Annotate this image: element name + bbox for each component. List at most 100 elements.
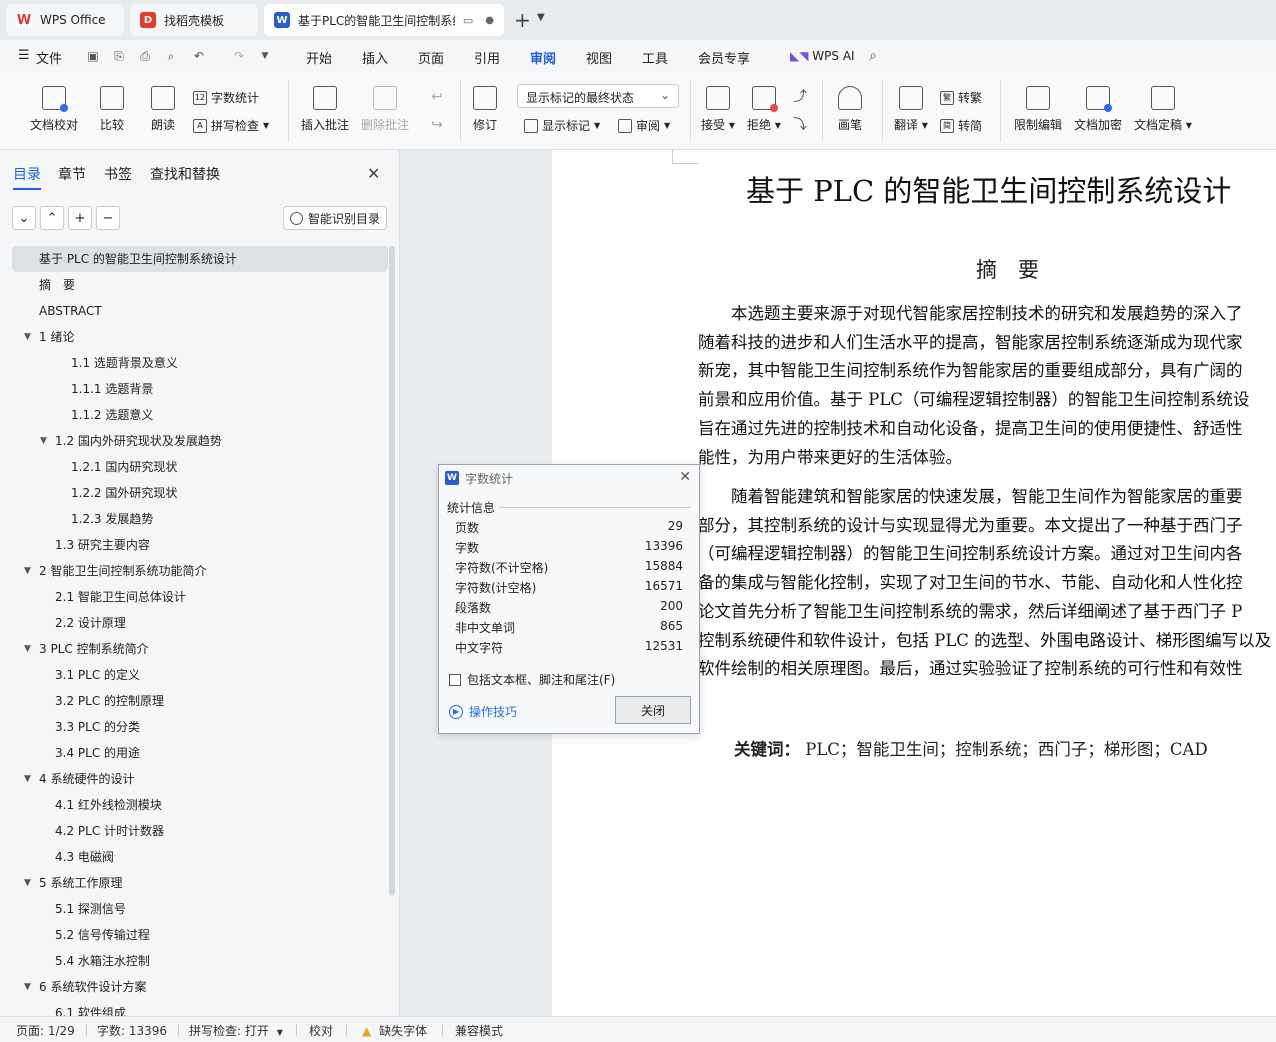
proof-indicator[interactable]: 校对 [309,1022,333,1039]
expand-arrow-icon[interactable]: ▼ [24,974,31,1000]
checkbox-box[interactable] [449,673,461,686]
search-icon[interactable]: ⌕ [866,49,880,63]
menu-home[interactable]: 开始 [306,48,332,67]
toc-item[interactable]: ▼ 1 绪论 [12,324,388,350]
menu-file[interactable]: 文件 [36,48,62,67]
expand-down-button[interactable]: ⌄ [12,206,36,230]
chevron-down-icon[interactable]: ▼ [537,12,545,23]
expand-arrow-icon[interactable]: ▼ [24,636,31,662]
page-indicator[interactable]: 页面: 1/29 [16,1022,75,1039]
smart-toc-button[interactable]: 智能识别目录 [283,206,387,230]
toc-item[interactable]: 1.1 选题背景及意义 [12,350,388,376]
close-button[interactable]: 关闭 [615,696,691,724]
toc-item[interactable]: ▼ 4 系统硬件的设计 [12,766,388,792]
toc-item[interactable]: 基于 PLC 的智能卫生间控制系统设计 [12,246,388,272]
toc-item[interactable]: 1.1.2 选题意义 [12,402,388,428]
undo-icon[interactable]: ↶ [192,49,206,63]
markup-view-select[interactable]: 显示标记的最终状态 ⌄ [517,84,679,108]
menu-member[interactable]: 会员专享 [698,48,750,67]
nav-tab-find-replace[interactable]: 查找和替换 [150,164,220,184]
nav-tab-chapters[interactable]: 章节 [58,164,86,184]
tab-docer-templates[interactable]: D 找稻壳模板 [130,4,258,36]
menu-review[interactable]: 审阅 [530,48,557,75]
spell-check-indicator[interactable]: 拼写检查: 打开 ▼ [189,1022,283,1039]
close-dot-icon[interactable]: ● [485,15,494,26]
toc-item[interactable]: 4.3 电磁阀 [12,844,388,870]
expand-arrow-icon[interactable]: ▼ [24,870,31,896]
toc-item[interactable]: ▼ 6 系统软件设计方案 [12,974,388,1000]
show-markup-button[interactable]: 显示标记 ▼ [524,117,600,134]
prev-change-icon[interactable]: ⤴ [793,90,807,104]
export-icon[interactable]: ⎘ [112,49,126,63]
toc-item[interactable]: 1.2.3 发展趋势 [12,506,388,532]
toc-item[interactable]: 摘 要 [12,272,388,298]
toc-item[interactable]: 3.3 PLC 的分类 [12,714,388,740]
remove-heading-button[interactable]: − [96,206,120,230]
add-heading-button[interactable]: + [68,206,92,230]
dialog-header[interactable]: W 字数统计 ✕ [439,465,699,491]
wps-ai-button[interactable]: ◣◥ WPS AI [790,49,855,63]
hamburger-icon[interactable]: ☰ [18,48,30,63]
redo-icon[interactable]: ↷ [232,49,246,63]
menu-tools[interactable]: 工具 [642,48,668,67]
toc-item[interactable]: ABSTRACT [12,298,388,324]
prev-comment-icon[interactable]: ↩ [430,90,444,104]
new-tab-icon[interactable]: + [514,8,531,32]
compare-button[interactable]: 比较 [100,86,124,133]
toc-item[interactable]: 5.1 探测信号 [12,896,388,922]
to-simplified-button[interactable]: 简 转简 [940,117,982,134]
toc-item[interactable]: ▼ 1.2 国内外研究现状及发展趋势 [12,428,388,454]
toc-item[interactable]: 4.2 PLC 计时计数器 [12,818,388,844]
tab-wps-office[interactable]: W WPS Office [6,4,124,36]
toc-item[interactable]: 1.3 研究主要内容 [12,532,388,558]
toc-item[interactable]: 1.2.1 国内研究现状 [12,454,388,480]
doc-proof-button[interactable]: 文档校对 [30,86,78,133]
delete-comment-button[interactable]: 删除批注 [361,86,409,133]
translate-button[interactable]: 翻译 ▾ [894,86,928,133]
collapse-up-button[interactable]: ⌃ [40,206,64,230]
print-icon[interactable]: ⎙ [138,49,152,63]
next-change-icon[interactable]: ⤵ [793,118,807,132]
close-icon[interactable]: ✕ [679,469,691,485]
screen-icon[interactable]: ▭ [463,14,473,27]
restrict-edit-button[interactable]: 限制编辑 [1014,86,1062,133]
toc-item[interactable]: 5.2 信号传输过程 [12,922,388,948]
nav-scrollbar[interactable] [389,246,395,896]
nav-tab-bookmarks[interactable]: 书签 [104,164,132,184]
spell-check-button[interactable]: A 拼写检查 ▼ [193,117,269,134]
print-preview-icon[interactable]: ⌕ [164,49,178,63]
expand-arrow-icon[interactable]: ▼ [24,766,31,792]
reject-button[interactable]: 拒绝 ▾ [747,86,781,133]
toc-item[interactable]: ▼ 2 智能卫生间控制系统功能简介 [12,558,388,584]
toc-item[interactable]: 3.4 PLC 的用途 [12,740,388,766]
encrypt-button[interactable]: 文档加密 [1074,86,1122,133]
save-icon[interactable]: ▣ [86,49,100,63]
toc-item[interactable]: 4.1 红外线检测模块 [12,792,388,818]
word-count-indicator[interactable]: 字数: 13396 [97,1022,167,1039]
finalize-button[interactable]: 文档定稿 ▾ [1134,86,1192,133]
expand-arrow-icon[interactable]: ▼ [24,324,31,350]
menu-view[interactable]: 视图 [586,48,612,67]
toc-item[interactable]: 3.1 PLC 的定义 [12,662,388,688]
toc-item[interactable]: 1.2.2 国外研究现状 [12,480,388,506]
toc-item[interactable]: 5.4 水箱注水控制 [12,948,388,974]
toc-item[interactable]: 1.1.1 选题背景 [12,376,388,402]
toc-item[interactable]: 2.1 智能卫生间总体设计 [12,584,388,610]
tab-active-document[interactable]: W 基于PLC的智能卫生间控制系统 ▭ ● [264,4,504,36]
review-pane-button[interactable]: 审阅 ▼ [618,117,670,134]
toc-item[interactable]: 3.2 PLC 的控制原理 [12,688,388,714]
read-aloud-button[interactable]: 朗读 [151,86,175,133]
tips-link[interactable]: ▶ 操作技巧 [449,703,517,720]
to-traditional-button[interactable]: 繁 转繁 [940,89,982,106]
more-chevron-icon[interactable]: ▼ [258,49,272,63]
next-comment-icon[interactable]: ↪ [430,118,444,132]
toc-item[interactable]: ▼ 5 系统工作原理 [12,870,388,896]
expand-arrow-icon[interactable]: ▼ [24,558,31,584]
toc-item[interactable]: ▼ 3 PLC 控制系统简介 [12,636,388,662]
menu-page[interactable]: 页面 [418,48,444,67]
nav-tab-toc[interactable]: 目录 [13,164,41,190]
close-icon[interactable]: ✕ [367,164,380,183]
include-footnotes-checkbox[interactable]: 包括文本框、脚注和尾注(F) [449,671,615,688]
pen-button[interactable]: 画笔 [838,86,862,133]
menu-insert[interactable]: 插入 [362,48,388,67]
